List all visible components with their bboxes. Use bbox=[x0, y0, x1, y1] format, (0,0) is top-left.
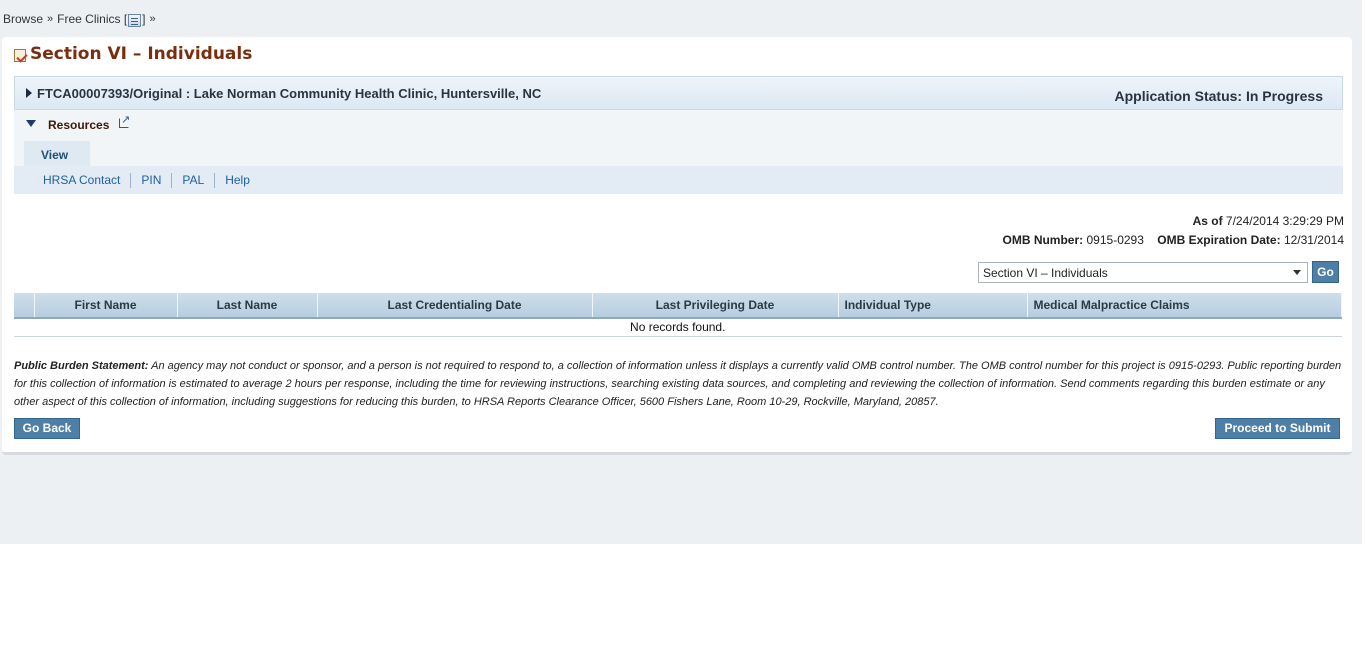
link-divider bbox=[171, 172, 173, 188]
breadcrumb-browse[interactable]: Browse bbox=[3, 12, 43, 26]
column-header-last-privileging-date[interactable]: Last Privileging Date bbox=[592, 293, 839, 319]
list-icon[interactable] bbox=[128, 13, 142, 27]
link-pin[interactable]: PIN bbox=[141, 173, 161, 187]
page-title: Section VI – Individuals bbox=[14, 44, 252, 64]
link-hrsa-contact[interactable]: HRSA Contact bbox=[43, 173, 120, 187]
breadcrumb-bracket-close: ] bbox=[142, 12, 146, 26]
omb-expiration-value: 12/31/2014 bbox=[1283, 233, 1344, 247]
column-header-select bbox=[14, 293, 35, 319]
column-header-first-name[interactable]: First Name bbox=[34, 293, 178, 319]
as-of-label: As of bbox=[1192, 214, 1223, 228]
link-pal[interactable]: PAL bbox=[182, 173, 204, 187]
expand-triangle-icon[interactable] bbox=[26, 88, 32, 98]
omb-number-label: OMB Number: bbox=[1002, 233, 1084, 247]
burden-label: Public Burden Statement: bbox=[14, 360, 149, 372]
chevron-down-icon bbox=[1293, 270, 1301, 275]
table-header-row: First Name Last Name Last Credentialing … bbox=[14, 293, 1342, 319]
omb-number-value: 0915-0293 bbox=[1086, 233, 1144, 247]
breadcrumb-free-clinics[interactable]: Free Clinics [ bbox=[57, 12, 127, 26]
resources-label[interactable]: Resources bbox=[48, 118, 109, 132]
resource-links: HRSA Contact PIN PAL Help bbox=[14, 166, 1343, 194]
as-of-value: 7/24/2014 3:29:29 PM bbox=[1225, 214, 1344, 228]
individuals-table: First Name Last Name Last Credentialing … bbox=[14, 293, 1342, 337]
link-help[interactable]: Help bbox=[225, 173, 250, 187]
checklist-icon bbox=[14, 48, 26, 62]
breadcrumb-separator: » bbox=[47, 13, 54, 25]
resources-panel: Resources View HRSA Contact PIN PAL Help bbox=[14, 110, 1343, 194]
page-title-text: Section VI – Individuals bbox=[30, 44, 253, 64]
external-link-icon[interactable] bbox=[119, 113, 130, 128]
as-of-line: As of 7/24/2014 3:29:29 PM bbox=[1193, 214, 1344, 228]
application-status: Application Status: In Progress bbox=[1114, 88, 1323, 104]
section-select-value: Section VI – Individuals bbox=[983, 265, 1108, 280]
proceed-to-submit-button[interactable]: Proceed to Submit bbox=[1215, 418, 1340, 439]
collapse-triangle-icon[interactable] bbox=[26, 120, 36, 127]
breadcrumb: Browse » Free Clinics [ ] » bbox=[3, 12, 160, 27]
go-button[interactable]: Go bbox=[1312, 261, 1339, 283]
burden-text: An agency may not conduct or sponsor, an… bbox=[14, 360, 1342, 408]
application-header: FTCA00007393/Original : Lake Norman Comm… bbox=[14, 76, 1343, 110]
link-divider bbox=[130, 172, 132, 188]
breadcrumb-separator: » bbox=[149, 13, 156, 25]
main-panel: Section VI – Individuals FTCA00007393/Or… bbox=[2, 37, 1352, 455]
public-burden-statement: Public Burden Statement: An agency may n… bbox=[14, 357, 1342, 411]
column-header-individual-type[interactable]: Individual Type bbox=[838, 293, 1028, 319]
column-header-last-credentialing-date[interactable]: Last Credentialing Date bbox=[317, 293, 593, 319]
tab-view[interactable]: View bbox=[24, 141, 90, 166]
section-select[interactable]: Section VI – Individuals bbox=[978, 262, 1308, 283]
omb-expiration-label: OMB Expiration Date: bbox=[1157, 233, 1281, 247]
column-header-last-name[interactable]: Last Name bbox=[177, 293, 318, 319]
link-divider bbox=[214, 172, 216, 188]
go-back-button[interactable]: Go Back bbox=[14, 418, 80, 439]
empty-message: No records found. bbox=[14, 318, 1342, 337]
omb-line: OMB Number: 0915-0293 OMB Expiration Dat… bbox=[1002, 233, 1344, 247]
column-header-malpractice-claims[interactable]: Medical Malpractice Claims bbox=[1027, 293, 1342, 319]
application-id[interactable]: FTCA00007393/Original : Lake Norman Comm… bbox=[37, 86, 541, 101]
table-row: No records found. bbox=[14, 318, 1342, 337]
